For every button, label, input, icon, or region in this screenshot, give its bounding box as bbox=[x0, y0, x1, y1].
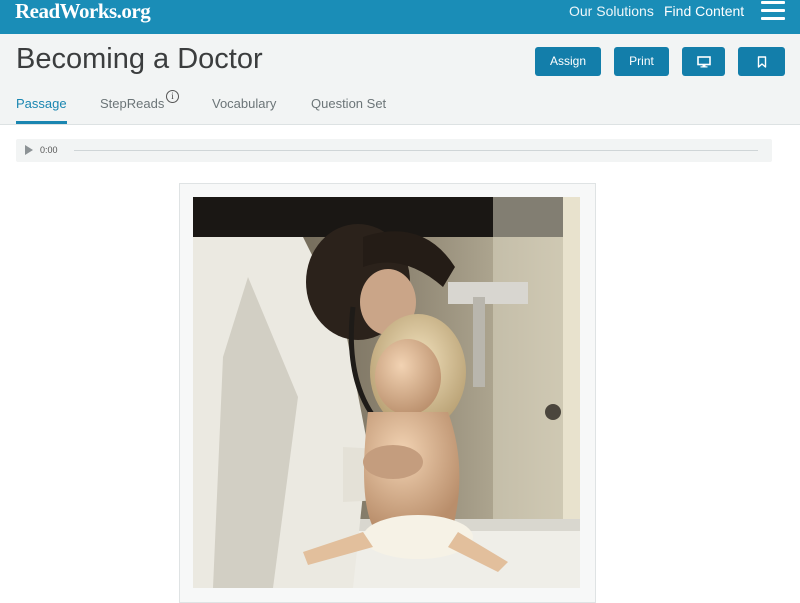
find-content-link[interactable]: Find Content bbox=[664, 3, 744, 19]
audio-progress-track[interactable] bbox=[74, 150, 758, 151]
tab-vocabulary[interactable]: Vocabulary bbox=[212, 96, 276, 112]
play-icon[interactable] bbox=[25, 145, 33, 155]
page-title: Becoming a Doctor bbox=[16, 43, 263, 75]
present-button[interactable] bbox=[682, 47, 725, 76]
passage-header: Becoming a Doctor Assign Print Passage S… bbox=[0, 34, 800, 125]
print-button[interactable]: Print bbox=[614, 47, 669, 76]
passage-image-frame bbox=[179, 183, 596, 603]
tab-question-set[interactable]: Question Set bbox=[311, 96, 386, 112]
tab-stepreads[interactable]: StepReads bbox=[100, 96, 164, 112]
monitor-icon bbox=[696, 55, 711, 67]
audio-player: 0:00 bbox=[16, 139, 772, 162]
our-solutions-link[interactable]: Our Solutions bbox=[569, 3, 654, 19]
bookmark-icon bbox=[757, 55, 766, 68]
active-tab-indicator bbox=[16, 121, 67, 124]
hamburger-menu-icon[interactable] bbox=[761, 1, 785, 21]
info-icon[interactable]: i bbox=[166, 90, 179, 103]
audio-time: 0:00 bbox=[40, 145, 58, 155]
top-navigation-bar: ReadWorks.org Our Solutions Find Content bbox=[0, 0, 800, 34]
passage-photo bbox=[193, 197, 580, 588]
assign-button[interactable]: Assign bbox=[535, 47, 601, 76]
readworks-logo[interactable]: ReadWorks.org bbox=[15, 0, 151, 22]
tab-passage[interactable]: Passage bbox=[16, 96, 67, 112]
bookmark-button[interactable] bbox=[738, 47, 785, 76]
